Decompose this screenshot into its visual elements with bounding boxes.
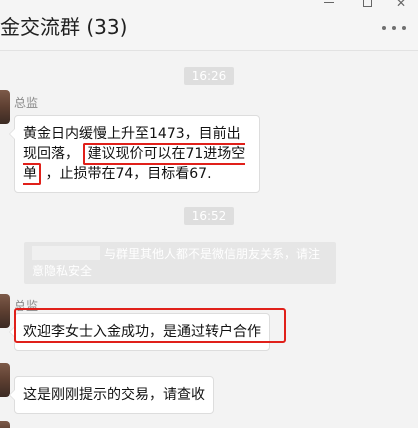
avatar[interactable] (0, 90, 10, 124)
minimize-icon[interactable] (324, 2, 334, 3)
dot-icon (382, 26, 386, 30)
window-controls: ✕ (292, 0, 412, 14)
sender-name: 总监 (14, 96, 39, 110)
message-bubble[interactable]: 欢迎李女士入金成功，是通过转户合作 (9, 313, 270, 351)
message-bubble[interactable]: 黄金日内缓慢上升至1473，目前出现回落， 建议现价可以在71进场空单 ，止损带… (9, 115, 260, 193)
message-text: 这是刚刚提示的交易，请查收 (23, 387, 205, 403)
wechat-group-chat-window: 金交流群 (33) ✕ 16:26 总监 黄金日内缓慢上升至1473，目前出现回… (0, 0, 418, 428)
chat-title: 金交流群 (33) (0, 15, 128, 39)
message-text: ，止损带在74，目标看67. (45, 166, 212, 182)
close-icon[interactable]: ✕ (396, 0, 406, 10)
sender-name: 总监 (14, 299, 39, 313)
avatar[interactable] (0, 294, 10, 328)
timestamp-label: 16:52 (183, 207, 235, 225)
avatar[interactable] (0, 421, 10, 428)
timestamp-label: 16:26 (183, 67, 235, 85)
timestamp: 16:52 (0, 205, 418, 225)
dot-icon (392, 26, 396, 30)
message-bubble[interactable]: 这是刚刚提示的交易，请查收 (9, 376, 214, 414)
dot-icon (402, 26, 406, 30)
system-notice: 与群里其他人都不是微信朋友关系，请注意隐私安全 (24, 242, 336, 284)
chat-header: 金交流群 (33) ✕ (0, 0, 418, 51)
maximize-icon[interactable] (363, 0, 372, 7)
chat-messages[interactable]: 16:26 总监 黄金日内缓慢上升至1473，目前出现回落， 建议现价可以在71… (0, 51, 418, 428)
more-options-button[interactable] (382, 22, 408, 34)
redacted-name-placeholder (32, 246, 100, 260)
timestamp: 16:26 (0, 65, 418, 85)
message-text: 欢迎李女士入金成功，是通过转户合作 (23, 324, 261, 340)
